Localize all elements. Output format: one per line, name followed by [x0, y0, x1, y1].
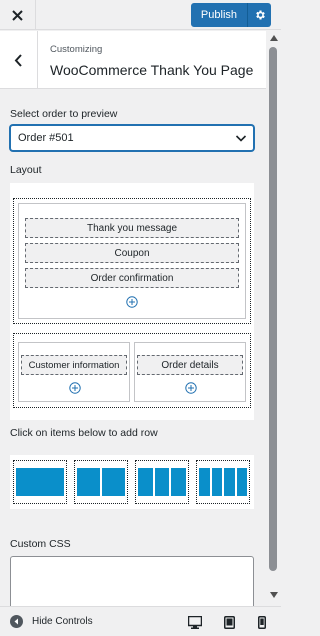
row-layout-1-column[interactable] [13, 460, 67, 504]
chevron-down-icon [235, 135, 247, 142]
close-button[interactable] [0, 0, 36, 30]
gear-icon [255, 10, 265, 20]
row-layout-options [10, 455, 254, 509]
publish-settings-button[interactable] [247, 3, 271, 27]
preview-tablet-button[interactable] [222, 615, 236, 629]
add-item-icon[interactable] [69, 382, 81, 394]
order-preview-select[interactable]: Order #501 [10, 125, 254, 151]
layout-block [77, 468, 100, 496]
layout-block [138, 468, 153, 496]
publish-button[interactable]: Publish [190, 3, 247, 27]
header-subtitle: Customizing [50, 44, 103, 55]
order-preview-value: Order #501 [18, 132, 74, 144]
preview-label: Select order to preview [10, 108, 118, 120]
layout-column[interactable]: Thank you message Coupon Order confirmat… [18, 203, 246, 319]
row-layout-3-columns[interactable] [135, 460, 189, 504]
add-row-label: Click on items below to add row [10, 427, 158, 439]
scroll-down-arrow[interactable] [266, 592, 281, 602]
scroll-up-arrow[interactable] [266, 35, 281, 45]
layout-label: Layout [10, 164, 42, 176]
add-item-icon[interactable] [185, 382, 197, 394]
layout-column[interactable]: Customer information [18, 342, 130, 402]
layout-row[interactable]: Thank you message Coupon Order confirmat… [13, 198, 251, 324]
customizer-footer: Hide Controls [0, 606, 281, 636]
custom-css-label: Custom CSS [10, 538, 71, 550]
publish-group: Publish [190, 3, 271, 27]
row-layout-2-columns[interactable] [74, 460, 128, 504]
caret-down-icon [269, 592, 278, 598]
hide-controls-label: Hide Controls [32, 616, 93, 627]
chevron-left-icon [14, 53, 22, 67]
custom-css-textarea[interactable] [10, 556, 254, 611]
scrollbar-thumb[interactable] [269, 47, 277, 571]
close-icon [12, 9, 23, 21]
layout-block [199, 468, 210, 496]
layout-column[interactable]: Order details [134, 342, 246, 402]
tablet-icon [223, 615, 235, 629]
page-title: WooCommerce Thank You Page [50, 62, 254, 78]
preview-mobile-button[interactable] [255, 615, 269, 629]
layout-block [224, 468, 235, 496]
layout-block [154, 468, 170, 496]
add-item-icon[interactable] [126, 296, 138, 308]
slot-order-confirmation[interactable]: Order confirmation [25, 268, 239, 288]
back-button[interactable] [0, 31, 38, 89]
layout-block [102, 468, 125, 496]
scrollbar[interactable] [266, 31, 281, 606]
collapse-left-icon [10, 615, 23, 628]
slot-order-details[interactable]: Order details [137, 355, 243, 375]
preview-desktop-button[interactable] [188, 615, 202, 629]
layout-block [236, 468, 247, 496]
layout-block [211, 468, 222, 496]
slot-customer-information[interactable]: Customer information [21, 355, 127, 375]
mobile-icon [258, 615, 266, 629]
layout-row[interactable]: Customer information Order details [13, 333, 251, 408]
layout-block [171, 468, 187, 496]
layout-block [16, 468, 64, 496]
section-header: Customizing WooCommerce Thank You Page [0, 31, 266, 89]
slot-thank-you-message[interactable]: Thank you message [25, 218, 239, 238]
caret-up-icon [269, 35, 278, 41]
desktop-icon [188, 615, 202, 629]
slot-coupon[interactable]: Coupon [25, 243, 239, 263]
hide-controls-button[interactable]: Hide Controls [10, 615, 93, 628]
customizer-topbar: Publish [0, 0, 281, 30]
row-layout-4-columns[interactable] [196, 460, 250, 504]
layout-builder: Thank you message Coupon Order confirmat… [10, 183, 254, 420]
